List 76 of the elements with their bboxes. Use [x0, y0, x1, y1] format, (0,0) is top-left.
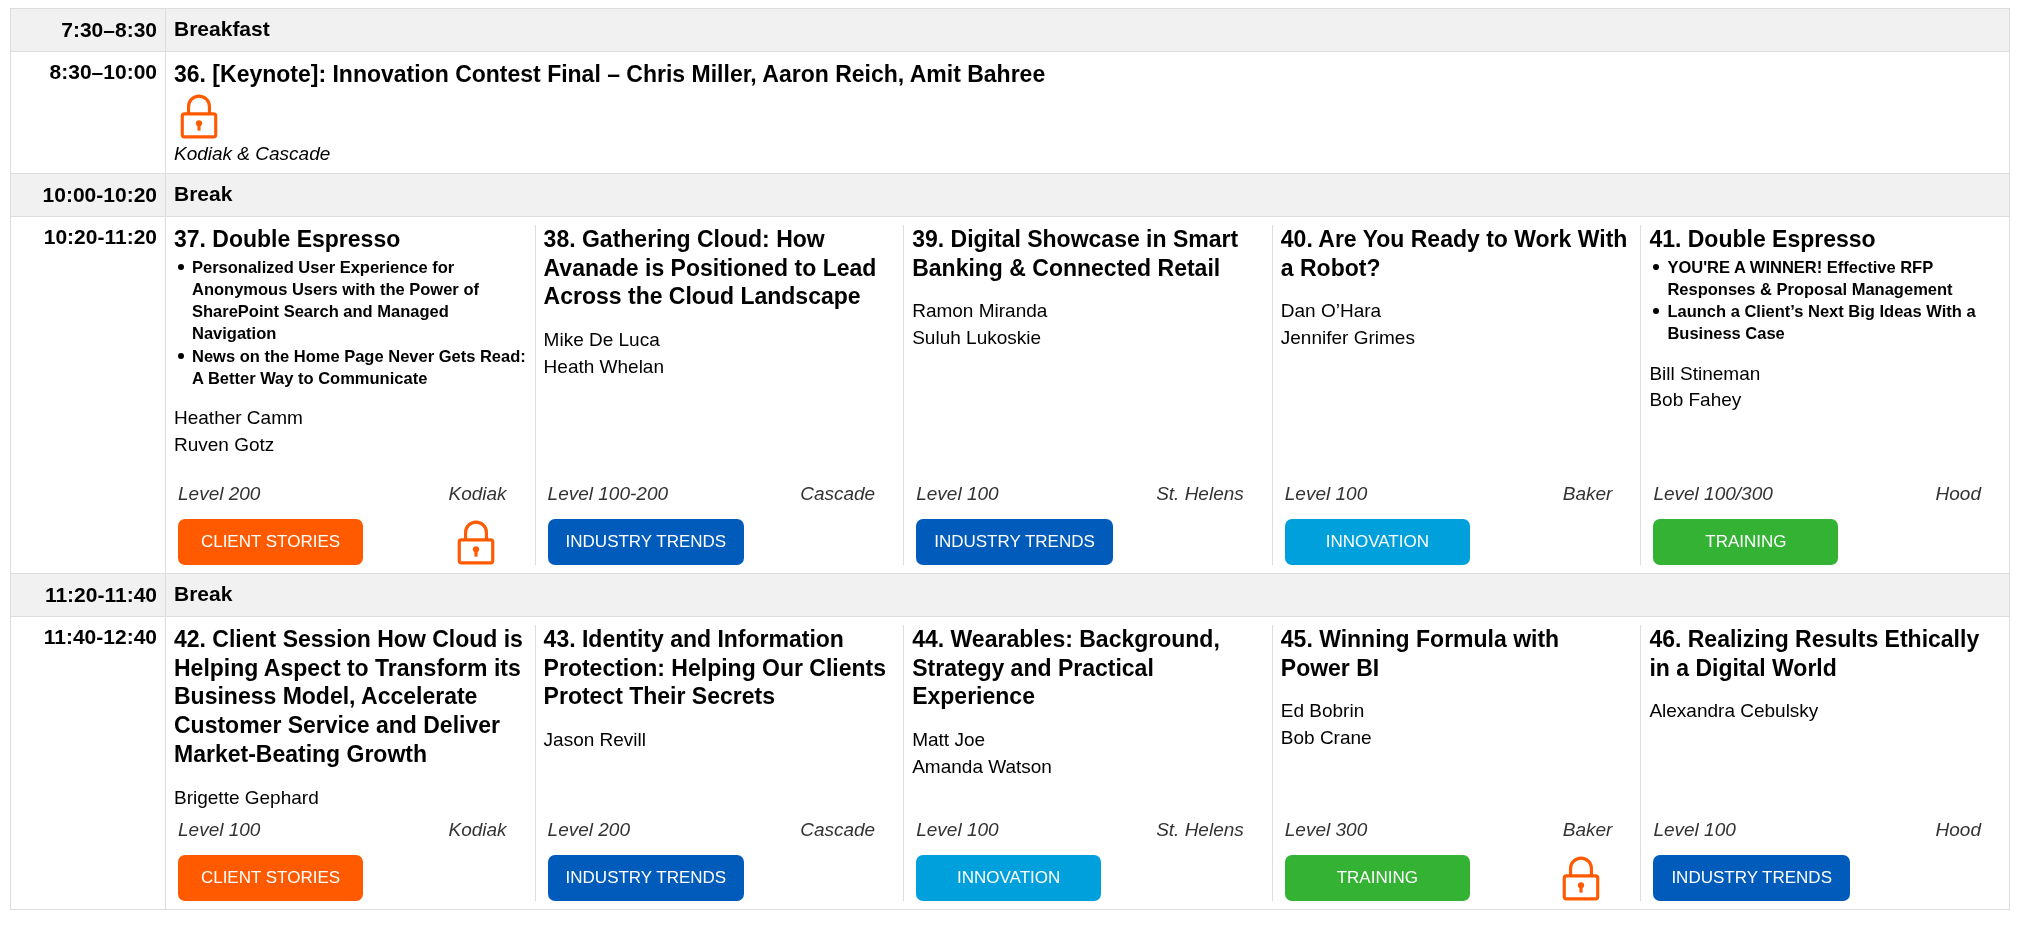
speaker-name: Alexandra Cebulsky [1649, 699, 1820, 724]
session-title: 36. [Keynote]: Innovation Contest Final – Chris Miller, Aaron Reich, Amit Bahree [174, 60, 1046, 89]
session-title: 41. Double Espresso [1649, 224, 1877, 254]
track-tag[interactable]: INNOVATION [1284, 518, 1470, 565]
speaker-name: Mike De Luca [543, 328, 661, 352]
session-title: 37. Double Espresso [174, 224, 402, 254]
room-name: Kodiak & Cascade [174, 142, 331, 165]
session-title: 40. Are You Ready to Work With a Robot? [1280, 224, 1629, 283]
session-level: Level 100 [1284, 482, 1368, 505]
speaker-name: Amanda Watson [912, 754, 1053, 779]
bullet-icon [178, 263, 184, 270]
track-tag[interactable]: TRAINING [1653, 518, 1839, 565]
track-tag[interactable]: INDUSTRY TRENDS [547, 518, 745, 565]
speaker-name: Ed Bobrin [1280, 699, 1366, 724]
session-level: Level 200 [547, 819, 630, 842]
speaker-name: Dan O’Hara [1280, 299, 1383, 324]
speaker-name: Jennifer Grimes [1280, 325, 1416, 350]
session-title: 42. Client Session How Cloud is Helping Aspect to Transform its Business Model, Accelerate Customer Service and Deliver Market-Beating Growth [174, 624, 524, 769]
speaker-name: Bill Stineman [1649, 361, 1762, 386]
bullet-icon [178, 352, 184, 359]
room-name: St. Helens [1156, 819, 1244, 842]
speaker-name: Bob Crane [1280, 725, 1373, 750]
track-tag[interactable]: CLIENT STORIES [178, 518, 363, 565]
bullet-icon [1653, 263, 1660, 270]
session-title: 45. Winning Formula with Power BI [1280, 624, 1561, 683]
talk-title: YOU'RE A WINNER! Effective RFP Responses & Proposal Management [1667, 256, 1954, 300]
room-name: Kodiak [448, 482, 507, 505]
track-tag[interactable]: INDUSTRY TRENDS [547, 855, 745, 902]
speaker-name: Ruven Gotz [174, 432, 276, 457]
time-slot: 7:30–8:30 [11, 9, 166, 51]
speaker-name: Ramon Miranda [912, 299, 1049, 324]
track-tag[interactable]: INDUSTRY TRENDS [1653, 855, 1850, 902]
session-level: Level 100 [178, 819, 261, 842]
session-title: 39. Digital Showcase in Smart Banking & Connected Retail [912, 224, 1240, 283]
speaker-name: Bob Fahey [1649, 388, 1743, 413]
room-name: Cascade [800, 482, 876, 505]
session-title: 46. Realizing Results Ethically in a Digital World [1649, 624, 1981, 683]
time-slot: 8:30–10:00 [11, 52, 166, 173]
track-tag[interactable]: INNOVATION [916, 855, 1102, 902]
bullet-icon [1653, 308, 1660, 315]
session-level: Level 100 [1653, 819, 1736, 842]
speaker-name: Brigette Gephard [174, 785, 320, 810]
session-level: Level 200 [178, 482, 261, 505]
speaker-name: Heath Whelan [543, 354, 665, 379]
session-title: 43. Identity and Information Protection: Helping Our Clients Protect Their Secrets [543, 624, 888, 711]
session-level: Level 100 [916, 819, 999, 842]
room-name: Baker [1562, 482, 1613, 505]
talk-title: Launch a Client’s Next Big Ideas With a Business Case [1667, 301, 1977, 345]
track-tag[interactable]: TRAINING [1284, 855, 1470, 902]
room-name: St. Helens [1156, 482, 1244, 505]
room-name: Cascade [800, 819, 876, 842]
slot-title: Breakfast [174, 17, 270, 40]
speaker-name: Matt Joe [912, 728, 987, 752]
time-slot: 11:40-12:40 [11, 616, 166, 910]
speaker-name: Jason Revill [543, 728, 648, 752]
room-name: Kodiak [448, 819, 507, 842]
track-tag[interactable]: CLIENT STORIES [178, 855, 363, 902]
session-level: Level 300 [1284, 819, 1368, 842]
track-tag[interactable]: INDUSTRY TRENDS [916, 518, 1113, 565]
talk-title: Personalized User Experience for Anonymous Users with the Power of SharePoint Search and Managed Navigation [192, 256, 480, 345]
room-name: Hood [1935, 482, 1981, 505]
speaker-name: Suluh Lukoskie [912, 325, 1043, 350]
slot-title: Break [174, 581, 233, 605]
session-title: 38. Gathering Cloud: How Avanade is Positioned to Lead Across the Cloud Landscape [543, 224, 878, 311]
session-level: Level 100 [916, 482, 999, 505]
room-name: Hood [1935, 819, 1981, 842]
speaker-name: Heather Camm [174, 406, 304, 431]
session-title: 44. Wearables: Background, Strategy and Practical Experience [912, 624, 1221, 711]
time-slot: 10:20-11:20 [11, 216, 166, 573]
time-slot: 11:20-11:40 [11, 573, 166, 616]
slot-title: Break [174, 181, 233, 205]
session-level: Level 100-200 [547, 482, 669, 505]
talk-title: News on the Home Page Never Gets Read: A Better Way to Communicate [192, 345, 527, 389]
time-slot: 10:00-10:20 [11, 173, 166, 216]
room-name: Baker [1562, 819, 1613, 842]
session-level: Level 100/300 [1653, 482, 1773, 505]
